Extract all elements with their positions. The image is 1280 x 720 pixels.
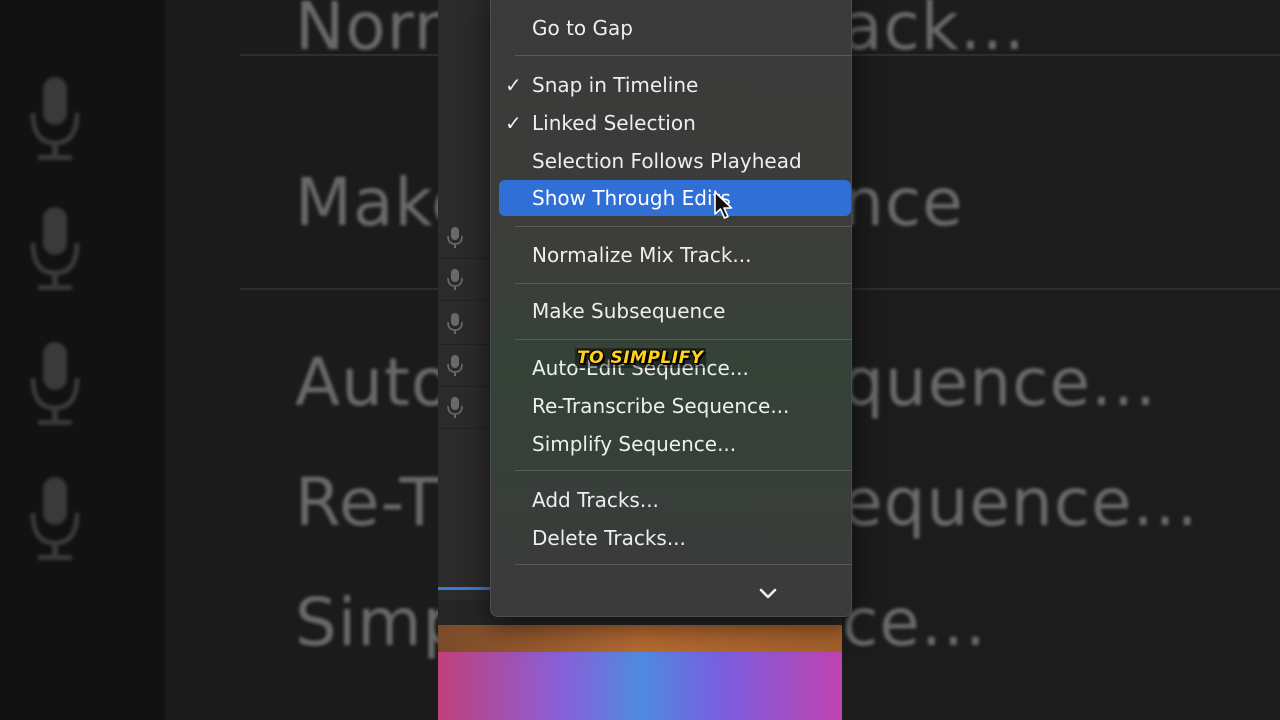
track-headers [438,0,490,600]
track-row[interactable] [438,260,490,301]
background-right: ack... nce quence... equence... ce... [842,0,1280,720]
mouse-cursor-icon [714,191,733,219]
background-text: nce [842,164,964,241]
divider [240,54,438,56]
menu-item-delete-tracks[interactable]: Delete Tracks... [499,520,851,556]
menu-item-show-through-edits[interactable]: Show Through Edits [499,180,851,216]
menu-item-make-subsequence[interactable]: Make Subsequence [499,293,851,329]
microphone-icon [30,207,80,290]
menu-item-label: Add Tracks... [532,488,659,512]
track-row[interactable] [438,388,490,429]
microphone-icon [447,397,463,418]
track-row[interactable] [438,304,490,345]
background-text: equence... [842,464,1199,541]
menu-item-label: Simplify Sequence... [532,432,737,456]
menu-item-label: Snap in Timeline [532,73,699,97]
menu-item-linked-selection[interactable]: ✓ Linked Selection [499,105,851,141]
playhead-indicator [438,587,490,590]
menu-item-go-to-gap[interactable]: Go to Gap [499,10,851,46]
menu-separator [515,470,851,471]
checkmark-icon: ✓ [505,73,522,97]
microphone-icon [30,77,80,160]
microphone-icon [30,477,80,560]
context-menu: Go to Gap ✓ Snap in Timeline ✓ Linked Se… [490,0,852,617]
background-left: Norn Make Auto Re-T Simp [0,0,438,720]
background-text: Re-T [295,464,438,541]
background-text: Make [295,164,438,241]
microphone-icon [447,355,463,376]
menu-separator [515,226,851,227]
checkmark-icon: ✓ [505,111,522,135]
track-row[interactable] [438,346,490,387]
menu-item-snap-in-timeline[interactable]: ✓ Snap in Timeline [499,67,851,103]
menu-item-label: Delete Tracks... [532,526,686,550]
menu-item-label: Go to Gap [532,16,633,40]
menu-item-normalize-mix-track[interactable]: Normalize Mix Track... [499,237,851,273]
track-header-column [0,0,165,720]
divider [240,288,438,290]
menu-separator [515,564,851,565]
menu-item-label: Make Subsequence [532,299,726,323]
menu-separator [515,339,851,340]
menu-item-selection-follows-playhead[interactable]: Selection Follows Playhead [499,143,851,179]
microphone-icon [30,342,80,425]
timeline-clip[interactable] [438,625,842,655]
menu-item-re-transcribe-sequence[interactable]: Re-Transcribe Sequence... [499,388,851,424]
menu-item-label: Re-Transcribe Sequence... [532,394,790,418]
chevron-down-icon[interactable] [759,588,777,600]
menu-separator [515,283,851,284]
menu-item-label: Linked Selection [532,111,696,135]
menu-item-simplify-sequence[interactable]: Simplify Sequence... [499,426,851,462]
microphone-icon [447,269,463,290]
microphone-icon [447,227,463,248]
video-caption: TO SIMPLIFY [575,348,706,368]
decorative-gradient [438,652,842,720]
background-text: Auto [295,344,438,421]
divider [842,54,1280,56]
menu-item-label: Selection Follows Playhead [532,149,802,173]
microphone-icon [447,313,463,334]
menu-item-label: Show Through Edits [532,186,731,210]
background-text: ce... [842,584,987,661]
track-row[interactable] [438,218,490,259]
background-text: Simp [295,584,438,661]
divider [842,288,1280,290]
menu-item-label: Normalize Mix Track... [532,243,752,267]
menu-separator [515,55,851,56]
menu-item-add-tracks[interactable]: Add Tracks... [499,482,851,518]
background-text: quence... [842,344,1157,421]
